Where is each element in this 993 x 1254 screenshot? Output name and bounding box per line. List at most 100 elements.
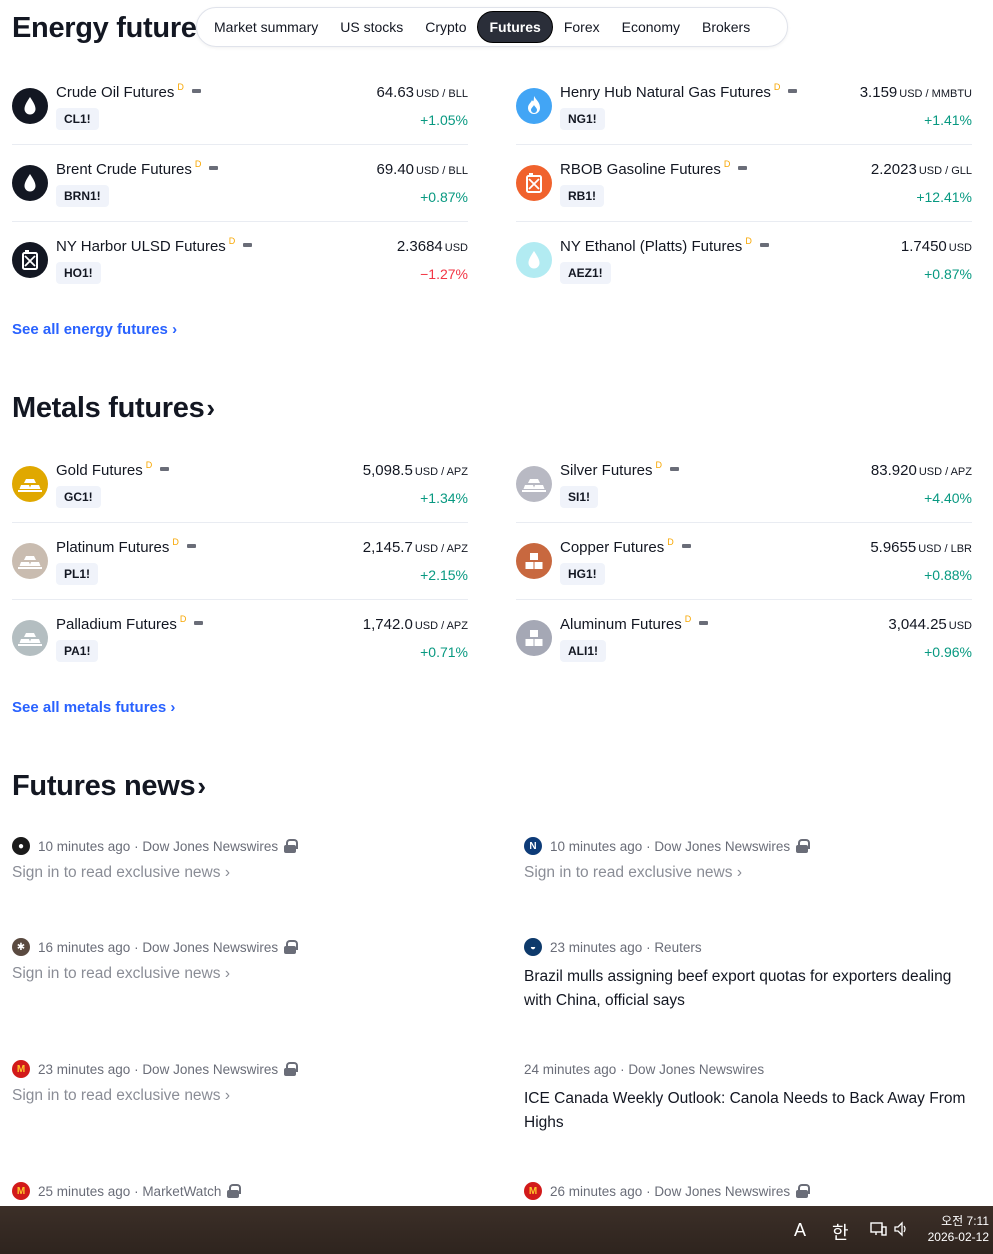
sign-in-link[interactable]: Sign in to read exclusive news › xyxy=(12,864,467,882)
minus-icon xyxy=(759,243,769,248)
ticker-badge[interactable]: HG1! xyxy=(560,563,605,585)
instrument-name[interactable]: Crude Oil Futures D xyxy=(56,82,201,101)
ticker-badge[interactable]: HO1! xyxy=(56,262,101,284)
tab-crypto[interactable]: Crypto xyxy=(414,12,477,42)
sign-in-text: Sign in to read exclusive news xyxy=(12,965,221,982)
news-meta: N 10 minutes ago · Dow Jones Newswires xyxy=(524,836,979,856)
futures-row[interactable]: Brent Crude Futures D BRN1! 69.40 USD / BLL +… xyxy=(12,153,468,230)
news-item[interactable]: M 26 minutes ago · Dow Jones Newswires xyxy=(524,1181,979,1201)
page-title[interactable]: Energy futures xyxy=(12,12,213,45)
instrument-name[interactable]: Silver Futures D xyxy=(560,460,680,479)
asterisk-logo-icon: ✱ xyxy=(12,938,30,956)
change-percent: +0.71% xyxy=(420,644,468,660)
ticker-badge[interactable]: NG1! xyxy=(560,108,605,130)
metals-section-title[interactable]: Metals futures› xyxy=(12,392,215,425)
row-divider xyxy=(516,599,972,600)
instrument-name[interactable]: Gold Futures D xyxy=(56,460,170,479)
fuel-can-icon xyxy=(516,165,552,201)
sign-in-link[interactable]: Sign in to read exclusive news › xyxy=(12,1087,467,1105)
news-item[interactable]: ◒ 23 minutes ago · Reuters Brazil mulls as… xyxy=(524,937,979,1013)
see-all-metals-link[interactable]: See all metals futures › xyxy=(12,699,175,716)
futures-row[interactable]: NY Harbor ULSD Futures D HO1! 2.3684 USD −1.2… xyxy=(12,230,468,307)
futures-row[interactable]: RBOB Gasoline Futures D RB1! 2.2023 USD / GL… xyxy=(516,153,972,230)
ticker-badge[interactable]: BRN1! xyxy=(56,185,109,207)
price-number: 2,145.7 xyxy=(362,539,413,556)
ime-korean-button[interactable]: 한 xyxy=(832,1219,849,1245)
instrument-name[interactable]: Copper Futures D xyxy=(560,537,691,556)
mcdonalds-logo-icon: M xyxy=(524,1182,542,1200)
ticker-badge[interactable]: SI1! xyxy=(560,486,599,508)
futures-row[interactable]: Gold Futures D GC1! 5,098.5 USD / APZ +1.34% xyxy=(12,454,468,531)
bars-icon xyxy=(12,466,48,502)
ticker-badge[interactable]: PA1! xyxy=(56,640,99,662)
lock-icon xyxy=(284,940,299,954)
futures-row[interactable]: Crude Oil Futures D CL1! 64.63 USD / BLL +1.0… xyxy=(12,76,468,153)
news-source: Dow Jones Newswires xyxy=(142,838,279,854)
mcdonalds-logo-icon: M xyxy=(12,1182,30,1200)
delayed-badge: D xyxy=(773,82,781,92)
instrument-name[interactable]: Aluminum Futures D xyxy=(560,614,709,633)
tab-economy[interactable]: Economy xyxy=(611,12,691,42)
instrument-name-text: NY Harbor ULSD Futures xyxy=(56,238,226,255)
news-item[interactable]: N 10 minutes ago · Dow Jones Newswires Sig… xyxy=(524,836,979,882)
price-unit: USD / APZ xyxy=(918,466,972,478)
news-time: 24 minutes ago xyxy=(524,1061,617,1077)
futures-row[interactable]: NY Ethanol (Platts) Futures D AEZ1! 1.7450 U… xyxy=(516,230,972,307)
network-icon[interactable] xyxy=(870,1220,888,1243)
tab-futures[interactable]: Futures xyxy=(477,11,553,43)
news-item[interactable]: M 25 minutes ago · MarketWatch xyxy=(12,1181,467,1201)
tab-forex[interactable]: Forex xyxy=(553,12,611,42)
news-source: Dow Jones Newswires xyxy=(142,939,279,955)
instrument-name[interactable]: NY Ethanol (Platts) Futures D xyxy=(560,236,769,255)
separator-dot: · xyxy=(616,1061,629,1077)
minus-icon xyxy=(738,166,748,171)
instrument-name[interactable]: Brent Crude Futures D xyxy=(56,159,219,178)
sign-in-link[interactable]: Sign in to read exclusive news › xyxy=(12,965,467,983)
ticker-badge[interactable]: GC1! xyxy=(56,486,101,508)
row-divider xyxy=(516,522,972,523)
instrument-name[interactable]: RBOB Gasoline Futures D xyxy=(560,159,748,178)
news-headline[interactable]: ICE Canada Weekly Outlook: Canola Needs … xyxy=(524,1087,979,1135)
news-item[interactable]: ✱ 16 minutes ago · Dow Jones Newswires Sig… xyxy=(12,937,467,983)
instrument-name[interactable]: NY Harbor ULSD Futures D xyxy=(56,236,253,255)
delayed-badge: D xyxy=(177,82,184,92)
futures-row[interactable]: Copper Futures D HG1! 5.9655 USD / LBR +0.88% xyxy=(516,531,972,608)
ticker-badge[interactable]: RB1! xyxy=(560,185,605,207)
minus-icon xyxy=(186,544,196,549)
futures-row[interactable]: Henry Hub Natural Gas Futures D NG1! 3.159 U… xyxy=(516,76,972,153)
futures-row[interactable]: Aluminum Futures D ALI1! 3,044.25 USD +0.96% xyxy=(516,608,972,685)
instrument-name[interactable]: Platinum Futures D xyxy=(56,537,196,556)
change-percent: +1.41% xyxy=(924,112,972,128)
instrument-name[interactable]: Henry Hub Natural Gas Futures D xyxy=(560,82,798,101)
instrument-name-text: NY Ethanol (Platts) Futures xyxy=(560,238,743,255)
tab-brokers[interactable]: Brokers xyxy=(691,12,761,42)
sign-in-link[interactable]: Sign in to read exclusive news › xyxy=(524,864,979,882)
ime-mode-button[interactable]: A xyxy=(794,1220,806,1241)
volume-icon[interactable] xyxy=(893,1220,909,1243)
ticker-badge[interactable]: ALI1! xyxy=(560,640,606,662)
news-item[interactable]: 24 minutes ago · Dow Jones Newswires ICE … xyxy=(524,1059,979,1135)
price-number: 64.63 xyxy=(376,84,415,101)
see-all-energy-link[interactable]: See all energy futures › xyxy=(12,321,177,338)
news-item[interactable]: M 23 minutes ago · Dow Jones Newswires Sig… xyxy=(12,1059,467,1105)
tab-us-stocks[interactable]: US stocks xyxy=(329,12,414,42)
ticker-badge[interactable]: PL1! xyxy=(56,563,99,585)
futures-row[interactable]: Platinum Futures D PL1! 2,145.7 USD / APZ +2.… xyxy=(12,531,468,608)
futures-row[interactable]: Silver Futures D SI1! 83.920 USD / APZ +4.40% xyxy=(516,454,972,531)
ticker-badge[interactable]: AEZ1! xyxy=(560,262,611,284)
news-meta: M 25 minutes ago · MarketWatch xyxy=(12,1181,467,1201)
news-time: 16 minutes ago xyxy=(38,939,131,955)
tab-market-summary[interactable]: Market summary xyxy=(203,12,329,42)
futures-row[interactable]: Palladium Futures D PA1! 1,742.0 USD / APZ +0… xyxy=(12,608,468,685)
minus-icon xyxy=(699,621,709,626)
price-unit: USD / BLL xyxy=(416,165,468,177)
ticker-badge[interactable]: CL1! xyxy=(56,108,99,130)
news-section-title[interactable]: Futures news› xyxy=(12,770,206,803)
price-value: 69.40 USD / BLL xyxy=(376,161,468,178)
minus-icon xyxy=(681,544,691,549)
news-item[interactable]: ● 10 minutes ago · Dow Jones Newswires Sig… xyxy=(12,836,467,882)
system-clock[interactable]: 오전 7:11 2026-02-12 xyxy=(928,1213,989,1245)
news-headline[interactable]: Brazil mulls assigning beef export quota… xyxy=(524,965,979,1013)
delayed-badge: D xyxy=(745,236,752,246)
instrument-name[interactable]: Palladium Futures D xyxy=(56,614,204,633)
